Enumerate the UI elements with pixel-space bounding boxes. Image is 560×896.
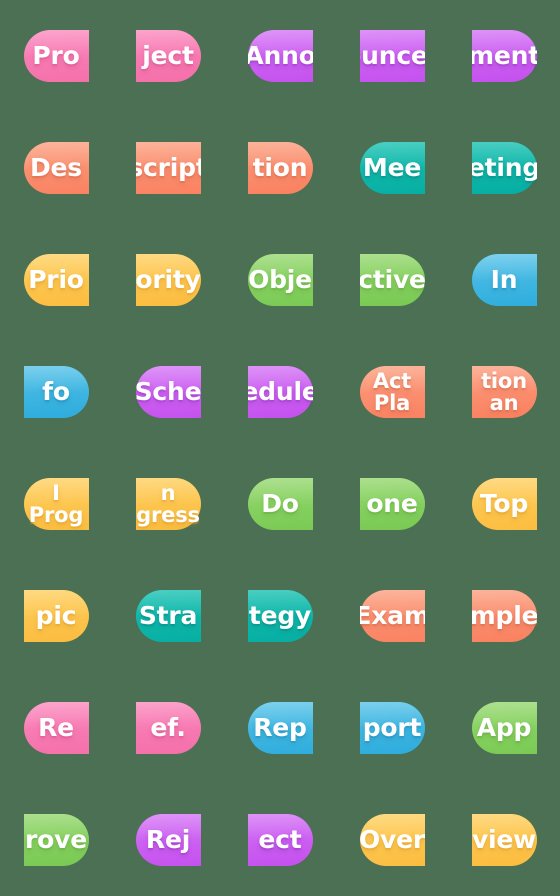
sticker-label: pic bbox=[35, 601, 77, 631]
sticker-label: tion an bbox=[481, 368, 527, 415]
sticker-label: ment bbox=[471, 41, 537, 71]
sticker-tile[interactable]: rove bbox=[23, 814, 89, 866]
sticker-label: ject bbox=[142, 41, 194, 71]
sticker-label: ctive bbox=[359, 265, 425, 295]
sticker-label: edule bbox=[247, 377, 313, 407]
sticker-label: Prio bbox=[28, 265, 84, 295]
sticker-tile[interactable]: Stra bbox=[135, 590, 201, 642]
sticker-label: I Prog bbox=[28, 480, 84, 527]
sticker-label: App bbox=[476, 713, 532, 743]
sticker-tile[interactable]: n gress bbox=[135, 478, 201, 530]
sticker-tile[interactable]: pic bbox=[23, 590, 89, 642]
sticker-label: n gress bbox=[136, 480, 200, 527]
sticker-label: Stra bbox=[138, 601, 198, 631]
sticker-tile[interactable]: ect bbox=[247, 814, 313, 866]
sticker-tile[interactable]: ctive bbox=[359, 254, 425, 306]
sticker-tile[interactable]: Pro bbox=[23, 30, 89, 82]
sticker-tile[interactable]: ment bbox=[471, 30, 537, 82]
sticker-tile[interactable]: Top bbox=[471, 478, 537, 530]
sticker-label: Rep bbox=[253, 713, 307, 743]
sticker-label: view bbox=[471, 825, 537, 855]
sticker-label: ef. bbox=[150, 713, 186, 743]
sticker-label: Anno bbox=[247, 41, 313, 71]
sticker-tile[interactable]: ject bbox=[135, 30, 201, 82]
sticker-tile[interactable]: Re bbox=[23, 702, 89, 754]
sticker-label: In bbox=[490, 265, 518, 295]
sticker-tile[interactable]: ef. bbox=[135, 702, 201, 754]
sticker-label: port bbox=[362, 713, 422, 743]
sticker-tile[interactable]: one bbox=[359, 478, 425, 530]
sticker-tile[interactable]: Exam bbox=[359, 590, 425, 642]
sticker-tile[interactable]: tion bbox=[247, 142, 313, 194]
sticker-tile[interactable]: Mee bbox=[359, 142, 425, 194]
sticker-tile[interactable]: edule bbox=[247, 366, 313, 418]
sticker-tile[interactable]: Anno bbox=[247, 30, 313, 82]
sticker-tile[interactable]: Obje bbox=[247, 254, 313, 306]
sticker-tile[interactable]: Over bbox=[359, 814, 425, 866]
sticker-label: tion bbox=[252, 153, 308, 183]
sticker-tile[interactable]: Rej bbox=[135, 814, 201, 866]
sticker-tile[interactable]: Sche bbox=[135, 366, 201, 418]
sticker-label: fo bbox=[42, 377, 70, 407]
sticker-label: script bbox=[135, 153, 201, 183]
sticker-tile[interactable]: ouncer bbox=[359, 30, 425, 82]
sticker-label: Re bbox=[38, 713, 74, 743]
sticker-tile[interactable]: view bbox=[471, 814, 537, 866]
sticker-tile[interactable]: script bbox=[135, 142, 201, 194]
sticker-label: Des bbox=[30, 153, 82, 183]
sticker-tile[interactable]: eting bbox=[471, 142, 537, 194]
sticker-tile[interactable]: tion an bbox=[471, 366, 537, 418]
sticker-tile[interactable]: port bbox=[359, 702, 425, 754]
sticker-tile[interactable]: fo bbox=[23, 366, 89, 418]
sticker-tile[interactable]: tegy bbox=[247, 590, 313, 642]
sticker-label: eting bbox=[471, 153, 537, 183]
sticker-tile[interactable]: Des bbox=[23, 142, 89, 194]
sticker-tile[interactable]: Act Pla bbox=[359, 366, 425, 418]
sticker-tile[interactable]: ority bbox=[135, 254, 201, 306]
sticker-label: Do bbox=[261, 489, 299, 519]
sticker-label: ouncer bbox=[360, 41, 425, 71]
sticker-label: Mee bbox=[362, 153, 422, 183]
sticker-tile[interactable]: I Prog bbox=[23, 478, 89, 530]
sticker-tile[interactable]: Do bbox=[247, 478, 313, 530]
sticker-label: tegy bbox=[248, 601, 312, 631]
sticker-tile[interactable]: In bbox=[471, 254, 537, 306]
sticker-tile[interactable]: mple bbox=[471, 590, 537, 642]
sticker-label: rove bbox=[25, 825, 87, 855]
sticker-label: Exam bbox=[359, 601, 425, 631]
sticker-label: Pro bbox=[32, 41, 80, 71]
sticker-tile[interactable]: Rep bbox=[247, 702, 313, 754]
sticker-label: one bbox=[366, 489, 418, 519]
sticker-label: ect bbox=[258, 825, 302, 855]
sticker-label: Sche bbox=[135, 377, 201, 407]
sticker-label: Top bbox=[479, 489, 529, 519]
sticker-label: mple bbox=[471, 601, 537, 631]
sticker-tile[interactable]: Prio bbox=[23, 254, 89, 306]
sticker-label: Rej bbox=[145, 825, 191, 855]
sticker-label: ority bbox=[135, 265, 201, 295]
sticker-tile[interactable]: App bbox=[471, 702, 537, 754]
sticker-label: Act Pla bbox=[372, 368, 412, 415]
sticker-sheet: Pro ject Anno ouncer ment Des script tion Mee eti… bbox=[0, 0, 560, 896]
sticker-label: Over bbox=[359, 825, 425, 855]
sticker-label: Obje bbox=[248, 265, 312, 295]
